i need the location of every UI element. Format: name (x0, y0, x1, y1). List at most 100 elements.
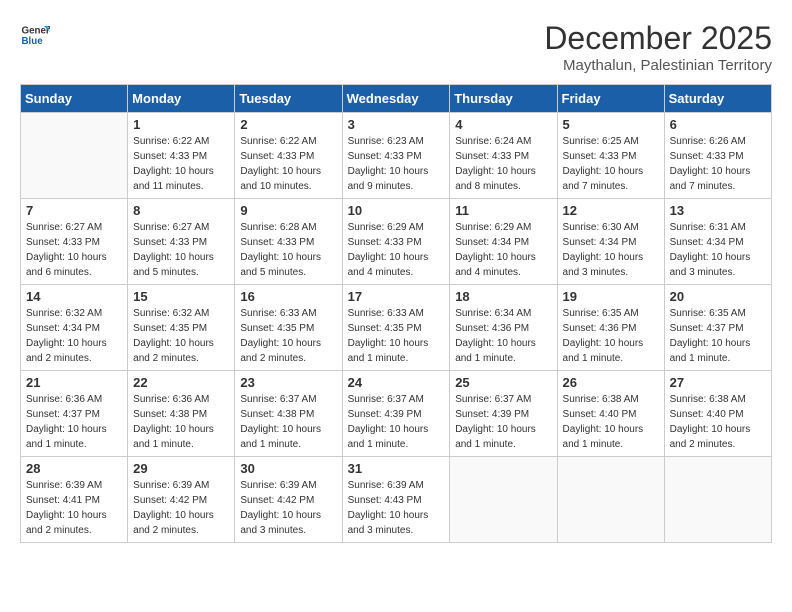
calendar-cell: 26 Sunrise: 6:38 AMSunset: 4:40 PMDayligh… (557, 371, 664, 457)
day-number: 7 (26, 203, 122, 218)
day-number: 29 (133, 461, 229, 476)
calendar-cell: 11 Sunrise: 6:29 AMSunset: 4:34 PMDayligh… (450, 199, 557, 285)
day-number: 1 (133, 117, 229, 132)
calendar-cell: 18 Sunrise: 6:34 AMSunset: 4:36 PMDayligh… (450, 285, 557, 371)
day-number: 24 (348, 375, 445, 390)
calendar-cell (557, 457, 664, 543)
calendar-table: SundayMondayTuesdayWednesdayThursdayFrid… (20, 84, 772, 543)
day-info: Sunrise: 6:35 AMSunset: 4:36 PMDaylight:… (563, 306, 659, 366)
day-number: 5 (563, 117, 659, 132)
day-info: Sunrise: 6:38 AMSunset: 4:40 PMDaylight:… (563, 392, 659, 452)
calendar-cell: 8 Sunrise: 6:27 AMSunset: 4:33 PMDaylight… (128, 199, 235, 285)
day-number: 6 (670, 117, 766, 132)
weekday-header-thursday: Thursday (450, 85, 557, 113)
calendar-cell: 6 Sunrise: 6:26 AMSunset: 4:33 PMDaylight… (664, 113, 771, 199)
calendar-cell: 2 Sunrise: 6:22 AMSunset: 4:33 PMDaylight… (235, 113, 342, 199)
calendar-cell: 3 Sunrise: 6:23 AMSunset: 4:33 PMDaylight… (342, 113, 450, 199)
day-number: 27 (670, 375, 766, 390)
calendar-cell (664, 457, 771, 543)
logo-icon: General Blue (20, 20, 50, 50)
page-header: General Blue December 2025 Maythalun, Pa… (20, 20, 772, 74)
day-number: 9 (240, 203, 336, 218)
calendar-cell: 17 Sunrise: 6:33 AMSunset: 4:35 PMDayligh… (342, 285, 450, 371)
calendar-cell: 25 Sunrise: 6:37 AMSunset: 4:39 PMDayligh… (450, 371, 557, 457)
calendar-body: 1 Sunrise: 6:22 AMSunset: 4:33 PMDaylight… (21, 113, 772, 543)
day-number: 8 (133, 203, 229, 218)
day-number: 10 (348, 203, 445, 218)
day-number: 4 (455, 117, 551, 132)
day-info: Sunrise: 6:37 AMSunset: 4:39 PMDaylight:… (348, 392, 445, 452)
day-number: 25 (455, 375, 551, 390)
day-info: Sunrise: 6:37 AMSunset: 4:38 PMDaylight:… (240, 392, 336, 452)
day-info: Sunrise: 6:39 AMSunset: 4:43 PMDaylight:… (348, 478, 445, 538)
day-number: 30 (240, 461, 336, 476)
calendar-cell: 12 Sunrise: 6:30 AMSunset: 4:34 PMDayligh… (557, 199, 664, 285)
calendar-week-row: 1 Sunrise: 6:22 AMSunset: 4:33 PMDaylight… (21, 113, 772, 199)
day-number: 2 (240, 117, 336, 132)
calendar-cell: 20Sunrise: 6:35 AMSunset: 4:37 PMDayligh… (664, 285, 771, 371)
calendar-week-row: 7 Sunrise: 6:27 AMSunset: 4:33 PMDaylight… (21, 199, 772, 285)
day-info: Sunrise: 6:39 AMSunset: 4:41 PMDaylight:… (26, 478, 122, 538)
calendar-cell: 16Sunrise: 6:33 AMSunset: 4:35 PMDayligh… (235, 285, 342, 371)
day-number: 18 (455, 289, 551, 304)
title-section: December 2025 Maythalun, Palestinian Ter… (544, 20, 772, 74)
calendar-cell: 31 Sunrise: 6:39 AMSunset: 4:43 PMDayligh… (342, 457, 450, 543)
calendar-cell: 24 Sunrise: 6:37 AMSunset: 4:39 PMDayligh… (342, 371, 450, 457)
day-info: Sunrise: 6:29 AMSunset: 4:34 PMDaylight:… (455, 220, 551, 280)
day-info: Sunrise: 6:39 AMSunset: 4:42 PMDaylight:… (240, 478, 336, 538)
calendar-cell: 10 Sunrise: 6:29 AMSunset: 4:33 PMDayligh… (342, 199, 450, 285)
day-number: 16 (240, 289, 336, 304)
day-info: Sunrise: 6:32 AMSunset: 4:35 PMDaylight:… (133, 306, 229, 366)
day-number: 17 (348, 289, 445, 304)
day-info: Sunrise: 6:36 AMSunset: 4:37 PMDaylight:… (26, 392, 122, 452)
day-info: Sunrise: 6:32 AMSunset: 4:34 PMDaylight:… (26, 306, 122, 366)
day-info: Sunrise: 6:23 AMSunset: 4:33 PMDaylight:… (348, 134, 445, 194)
day-number: 23 (240, 375, 336, 390)
calendar-week-row: 21 Sunrise: 6:36 AMSunset: 4:37 PMDayligh… (21, 371, 772, 457)
calendar-cell: 14 Sunrise: 6:32 AMSunset: 4:34 PMDayligh… (21, 285, 128, 371)
logo: General Blue (20, 20, 54, 50)
day-info: Sunrise: 6:30 AMSunset: 4:34 PMDaylight:… (563, 220, 659, 280)
day-number: 31 (348, 461, 445, 476)
day-info: Sunrise: 6:39 AMSunset: 4:42 PMDaylight:… (133, 478, 229, 538)
day-info: Sunrise: 6:26 AMSunset: 4:33 PMDaylight:… (670, 134, 766, 194)
weekday-header-saturday: Saturday (664, 85, 771, 113)
day-info: Sunrise: 6:29 AMSunset: 4:33 PMDaylight:… (348, 220, 445, 280)
calendar-cell: 28 Sunrise: 6:39 AMSunset: 4:41 PMDayligh… (21, 457, 128, 543)
calendar-cell: 7 Sunrise: 6:27 AMSunset: 4:33 PMDaylight… (21, 199, 128, 285)
day-number: 21 (26, 375, 122, 390)
day-number: 12 (563, 203, 659, 218)
day-info: Sunrise: 6:37 AMSunset: 4:39 PMDaylight:… (455, 392, 551, 452)
day-number: 26 (563, 375, 659, 390)
day-number: 3 (348, 117, 445, 132)
day-number: 11 (455, 203, 551, 218)
day-info: Sunrise: 6:27 AMSunset: 4:33 PMDaylight:… (26, 220, 122, 280)
day-info: Sunrise: 6:28 AMSunset: 4:33 PMDaylight:… (240, 220, 336, 280)
weekday-header-friday: Friday (557, 85, 664, 113)
calendar-cell: 29 Sunrise: 6:39 AMSunset: 4:42 PMDayligh… (128, 457, 235, 543)
day-info: Sunrise: 6:34 AMSunset: 4:36 PMDaylight:… (455, 306, 551, 366)
calendar-week-row: 14 Sunrise: 6:32 AMSunset: 4:34 PMDayligh… (21, 285, 772, 371)
calendar-cell: 1 Sunrise: 6:22 AMSunset: 4:33 PMDaylight… (128, 113, 235, 199)
weekday-header-row: SundayMondayTuesdayWednesdayThursdayFrid… (21, 85, 772, 113)
day-number: 14 (26, 289, 122, 304)
day-info: Sunrise: 6:36 AMSunset: 4:38 PMDaylight:… (133, 392, 229, 452)
day-info: Sunrise: 6:33 AMSunset: 4:35 PMDaylight:… (348, 306, 445, 366)
day-number: 28 (26, 461, 122, 476)
day-info: Sunrise: 6:25 AMSunset: 4:33 PMDaylight:… (563, 134, 659, 194)
calendar-week-row: 28 Sunrise: 6:39 AMSunset: 4:41 PMDayligh… (21, 457, 772, 543)
month-year-title: December 2025 (544, 20, 772, 57)
day-info: Sunrise: 6:24 AMSunset: 4:33 PMDaylight:… (455, 134, 551, 194)
calendar-cell: 15Sunrise: 6:32 AMSunset: 4:35 PMDayligh… (128, 285, 235, 371)
weekday-header-monday: Monday (128, 85, 235, 113)
calendar-cell (21, 113, 128, 199)
calendar-cell (450, 457, 557, 543)
day-info: Sunrise: 6:31 AMSunset: 4:34 PMDaylight:… (670, 220, 766, 280)
day-number: 22 (133, 375, 229, 390)
day-info: Sunrise: 6:22 AMSunset: 4:33 PMDaylight:… (240, 134, 336, 194)
day-info: Sunrise: 6:22 AMSunset: 4:33 PMDaylight:… (133, 134, 229, 194)
calendar-cell: 9 Sunrise: 6:28 AMSunset: 4:33 PMDaylight… (235, 199, 342, 285)
day-info: Sunrise: 6:27 AMSunset: 4:33 PMDaylight:… (133, 220, 229, 280)
calendar-cell: 30 Sunrise: 6:39 AMSunset: 4:42 PMDayligh… (235, 457, 342, 543)
weekday-header-wednesday: Wednesday (342, 85, 450, 113)
